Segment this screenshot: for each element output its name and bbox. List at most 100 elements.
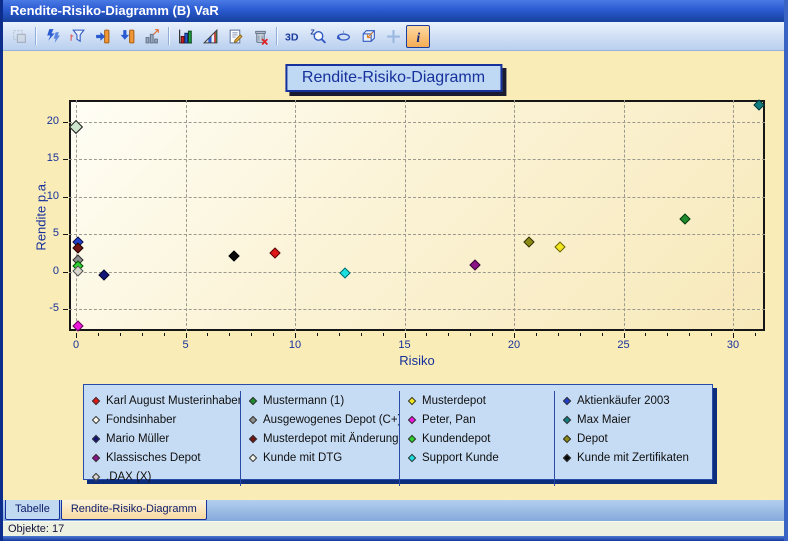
y-axis-tick bbox=[63, 159, 68, 160]
legend-item: Peter, Pan bbox=[408, 410, 554, 429]
legend-item: Support Kunde bbox=[408, 448, 554, 467]
diamond-marker-icon bbox=[563, 396, 571, 404]
gridline-vertical bbox=[514, 100, 515, 331]
filter-funnel-icon bbox=[69, 28, 86, 45]
x-axis-minor-tick bbox=[448, 333, 449, 336]
y-axis-title: Rendite p.a. bbox=[34, 155, 49, 275]
selection-mode-button[interactable] bbox=[7, 25, 31, 48]
x-tick-label: 15 bbox=[388, 339, 422, 351]
filter-button[interactable] bbox=[65, 25, 89, 48]
legend-item: Mustermann (1) bbox=[249, 391, 399, 410]
delete-trash-icon bbox=[252, 28, 269, 45]
legend-item: Mario Müller bbox=[92, 429, 240, 448]
diamond-marker-icon bbox=[249, 434, 257, 442]
info-mode-button[interactable]: i bbox=[406, 25, 430, 48]
legend-item: Kunde mit DTG bbox=[249, 448, 399, 467]
legend-item: Depot bbox=[563, 429, 712, 448]
refresh-button[interactable] bbox=[40, 25, 64, 48]
chart-title-text: Rendite-Risiko-Diagramm bbox=[302, 69, 485, 86]
gridline-horizontal bbox=[69, 197, 765, 198]
bar-chart-view-button[interactable] bbox=[173, 25, 197, 48]
legend-column: Karl August Musterinhaber Fondsinhaber Mar… bbox=[84, 391, 241, 486]
toolbar-separator bbox=[168, 27, 169, 45]
x-axis-minor-tick bbox=[689, 333, 690, 336]
legend-item: Max Maier bbox=[563, 410, 712, 429]
statistics-button[interactable] bbox=[140, 25, 164, 48]
window-frame-bottom bbox=[3, 536, 784, 541]
toolbar-separator bbox=[276, 27, 277, 45]
diamond-marker-icon bbox=[563, 453, 571, 461]
x-axis-tick bbox=[295, 333, 296, 338]
legend-item: Klassisches Depot bbox=[92, 448, 240, 467]
x-tick-label: 10 bbox=[278, 339, 312, 351]
x-axis-minor-tick bbox=[645, 333, 646, 336]
bar-chart-icon bbox=[177, 28, 194, 45]
x-axis-minor-tick bbox=[317, 333, 318, 336]
diamond-marker-icon bbox=[249, 453, 257, 461]
x-axis-minor-tick bbox=[273, 333, 274, 336]
perspective-view-button[interactable] bbox=[356, 25, 380, 48]
x-axis-tick bbox=[186, 333, 187, 338]
rotate-view-button[interactable] bbox=[331, 25, 355, 48]
gridline-horizontal bbox=[69, 159, 765, 160]
legend-label: Mario Müller bbox=[106, 433, 169, 445]
tab-rendite-risiko-diagramm[interactable]: Rendite-Risiko-Diagramm bbox=[61, 500, 207, 520]
legend-label: Klassisches Depot bbox=[106, 452, 201, 464]
x-axis-minor-tick bbox=[470, 333, 471, 336]
triangle-chart-view-button[interactable] bbox=[198, 25, 222, 48]
window-title: Rendite-Risiko-Diagramm (B) VaR bbox=[10, 3, 219, 18]
toolbar: 3D Zi bbox=[3, 22, 784, 51]
x-tick-label: 30 bbox=[716, 339, 750, 351]
x-axis-minor-tick bbox=[492, 333, 493, 336]
x-axis-minor-tick bbox=[383, 333, 384, 336]
info-icon: i bbox=[410, 28, 427, 45]
legend-label: Fondsinhaber bbox=[106, 414, 176, 426]
legend-label: .DAX (X) bbox=[106, 471, 151, 483]
plot-area[interactable] bbox=[69, 100, 765, 331]
x-axis-minor-tick bbox=[251, 333, 252, 336]
chart-title: Rendite-Risiko-Diagramm bbox=[285, 64, 502, 92]
tab-tabelle[interactable]: Tabelle bbox=[5, 500, 60, 520]
x-axis-minor-tick bbox=[602, 333, 603, 336]
gridline-horizontal bbox=[69, 272, 765, 273]
x-axis-tick bbox=[76, 333, 77, 338]
window-titlebar[interactable]: Rendite-Risiko-Diagramm (B) VaR bbox=[3, 0, 784, 22]
gridline-vertical bbox=[186, 100, 187, 331]
diamond-marker-icon bbox=[249, 396, 257, 404]
x-tick-label: 0 bbox=[59, 339, 93, 351]
3d-zoom-button[interactable]: Z bbox=[306, 25, 330, 48]
3d-view-button[interactable]: 3D bbox=[281, 25, 305, 48]
x-axis-title: Risiko bbox=[357, 353, 477, 368]
edit-report-button[interactable] bbox=[223, 25, 247, 48]
x-axis-minor-tick bbox=[426, 333, 427, 336]
diamond-marker-icon bbox=[563, 434, 571, 442]
drill-in-button[interactable] bbox=[90, 25, 114, 48]
legend-item: Musterdepot mit Änderungen bbox=[249, 429, 399, 448]
chart-view: Rendite-Risiko-Diagramm 051015202530-505… bbox=[3, 51, 784, 500]
status-text: Objekte: 17 bbox=[8, 523, 64, 535]
legend-item: Musterdepot bbox=[408, 391, 554, 410]
gridline-vertical bbox=[405, 100, 406, 331]
gridline-horizontal bbox=[69, 234, 765, 235]
x-axis-minor-tick bbox=[339, 333, 340, 336]
x-axis-tick bbox=[405, 333, 406, 338]
tab-bar: TabelleRendite-Risiko-Diagramm bbox=[3, 500, 784, 521]
legend-item: Kundendepot bbox=[408, 429, 554, 448]
drill-in-icon bbox=[94, 28, 111, 45]
x-axis-minor-tick bbox=[558, 333, 559, 336]
diamond-marker-icon bbox=[92, 453, 100, 461]
legend-item: Karl August Musterinhaber bbox=[92, 391, 240, 410]
diamond-marker-icon bbox=[408, 453, 416, 461]
gridline-vertical bbox=[295, 100, 296, 331]
crosshair-plus-icon bbox=[385, 28, 402, 45]
y-axis-tick bbox=[63, 309, 68, 310]
legend-item: Fondsinhaber bbox=[92, 410, 240, 429]
y-tick-label: -5 bbox=[25, 302, 59, 314]
x-axis-minor-tick bbox=[120, 333, 121, 336]
crosshair-button[interactable] bbox=[381, 25, 405, 48]
diamond-marker-icon bbox=[408, 415, 416, 423]
legend-label: Depot bbox=[577, 433, 608, 445]
delete-button[interactable] bbox=[248, 25, 272, 48]
drill-down-button[interactable] bbox=[115, 25, 139, 48]
svg-text:3D: 3D bbox=[285, 31, 299, 43]
